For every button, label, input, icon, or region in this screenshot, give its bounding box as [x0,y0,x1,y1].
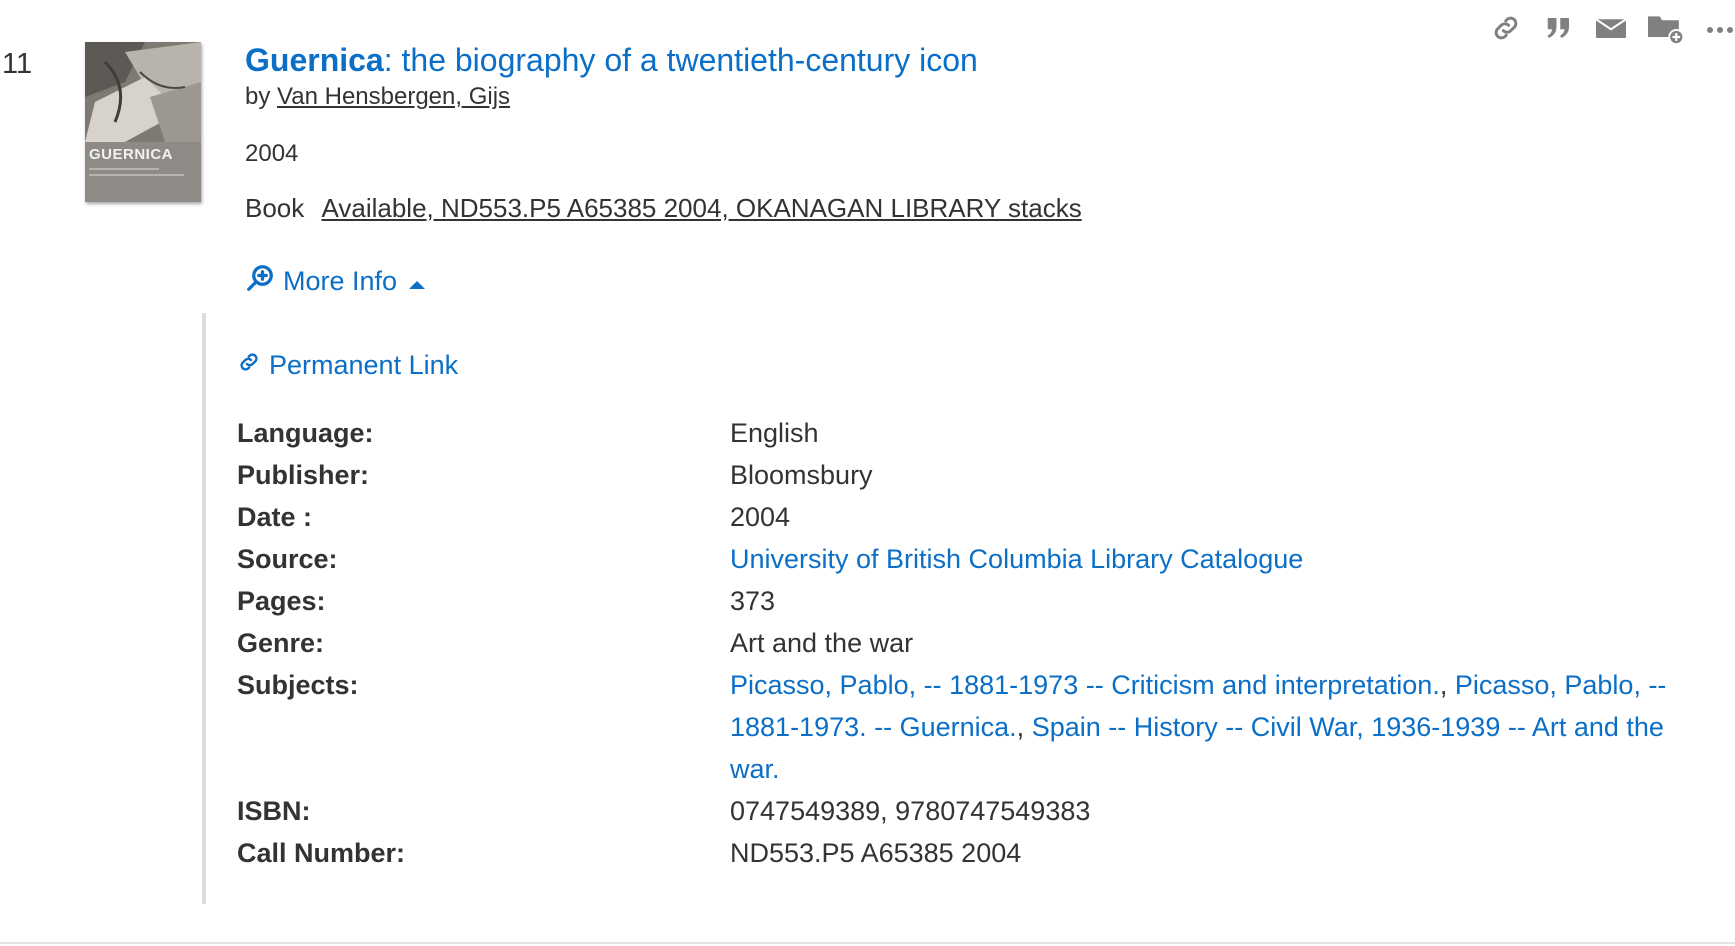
subjects-value: Picasso, Pablo, -- 1881-1973 -- Criticis… [730,664,1705,790]
link-icon [237,350,261,381]
email-icon[interactable] [1595,16,1627,45]
field-value: Bloomsbury [730,460,873,490]
field-label: ISBN: [237,796,311,826]
search-result-record: 11 GUERNICA Guernica: the biography of a… [0,0,1735,946]
more-options-icon[interactable] [1706,21,1734,39]
book-cover-thumbnail[interactable]: GUERNICA [85,42,201,202]
zoom-in-icon [245,263,275,300]
record-actions [1490,10,1734,50]
permanent-link[interactable]: Permanent Link [237,350,458,381]
field-label: Date : [237,502,313,532]
field-value: 2004 [730,502,791,532]
cover-artwork [85,42,201,142]
availability-link[interactable]: Available, ND553.P5 A65385 2004, OKANAGA… [322,193,1082,223]
field-label: Publisher: [237,460,370,490]
field-label: Language: [237,418,374,448]
author-line: by Van Hensbergen, Gijs [245,83,510,111]
result-number: 11 [2,48,33,80]
format-label: Book [245,193,305,223]
field-value: 373 [730,586,776,616]
field-value: Art and the war [730,628,914,658]
add-to-folder-icon[interactable] [1648,12,1685,49]
field-value: English [730,418,819,448]
cover-title-text: GUERNICA [89,146,174,163]
title-rest: : the biography of a twentieth-century i… [383,42,978,78]
subject-separator: , [1439,670,1455,700]
cover-subtitle-line [89,168,159,170]
field-label: Pages: [237,586,326,616]
caret-up-icon [409,266,426,297]
field-value: ND553.P5 A65385 2004 [730,838,1022,868]
subject-separator: , [1016,712,1032,742]
permanent-link-label: Permanent Link [269,350,459,380]
cover-subtitle-line [89,174,184,176]
source-link[interactable]: University of British Columbia Library C… [730,538,1705,580]
record-divider [0,942,1735,944]
field-label: Call Number: [237,838,406,868]
more-info-panel: Permanent Link Language: English Publish… [202,313,1706,904]
publication-year: 2004 [245,140,299,167]
availability-line: Book Available, ND553.P5 A65385 2004, OK… [245,193,1082,224]
link-icon[interactable] [1490,12,1522,49]
subject-link[interactable]: Picasso, Pablo, -- 1881-1973 -- Criticis… [730,670,1440,700]
title-main: Guernica [245,42,384,78]
field-value: 0747549389, 9780747549383 [730,796,1091,826]
more-info-label: More Info [283,266,398,296]
quote-icon[interactable] [1544,12,1574,49]
more-info-toggle[interactable]: More Info [245,263,426,300]
author-link[interactable]: Van Hensbergen, Gijs [277,83,510,110]
field-label: Subjects: [237,670,359,700]
field-label: Genre: [237,628,325,658]
field-label: Source: [237,544,338,574]
author-prefix: by [245,83,271,110]
record-title-link[interactable]: Guernica: the biography of a twentieth-c… [245,42,978,79]
